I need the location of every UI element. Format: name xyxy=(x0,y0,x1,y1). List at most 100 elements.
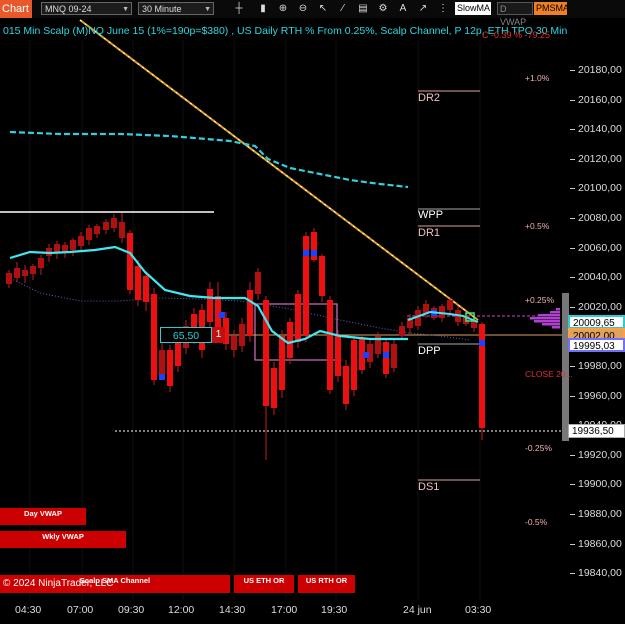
x-axis-label: 07:00 xyxy=(67,604,94,616)
candle-body xyxy=(94,226,100,234)
signal-marker xyxy=(363,352,369,358)
candle-body xyxy=(70,240,76,250)
y-axis-label: 20020,00 xyxy=(578,300,622,313)
candle-body xyxy=(6,273,12,284)
y-axis-label: 20040,00 xyxy=(578,271,622,284)
x-axis-label: 03:30 xyxy=(465,604,492,616)
candle-body xyxy=(239,324,245,346)
candle-body xyxy=(295,294,301,342)
candle-body xyxy=(319,256,325,296)
y-axis-label: 20160,00 xyxy=(578,93,622,106)
y-axis-label: 19920,00 xyxy=(578,448,622,461)
y-axis-tick xyxy=(570,70,575,71)
candle-body xyxy=(143,276,149,302)
candle-body xyxy=(271,368,277,408)
pivot-dr1: DR1 xyxy=(418,227,441,239)
y-axis-tick xyxy=(570,454,575,456)
y-axis-label: 20180,00 xyxy=(578,64,622,76)
wkly-vwap-panel[interactable]: Wkly VWAP xyxy=(0,531,126,548)
candles xyxy=(6,213,485,460)
price-flag-vwap: 19995,03 xyxy=(568,338,625,352)
y-axis-label: 20120,00 xyxy=(578,152,622,165)
y-axis-tick xyxy=(570,306,575,308)
y-axis-tick xyxy=(570,158,575,160)
pivot-dr2: DR2 xyxy=(418,92,441,104)
order-qty-box[interactable]: 1 xyxy=(212,327,225,343)
y-axis-tick xyxy=(570,129,575,131)
y-axis-label: 19960,00 xyxy=(578,389,622,402)
candle-body xyxy=(327,300,333,390)
day-vwap-panel[interactable]: Day VWAP xyxy=(0,508,86,525)
y-axis-tick xyxy=(570,247,575,249)
y-axis-tick xyxy=(570,188,575,190)
y-axis-tick xyxy=(570,99,575,101)
y-axis-tick xyxy=(570,484,575,486)
candle-body xyxy=(479,324,485,428)
x-axis-label: 09:30 xyxy=(118,604,145,616)
y-axis-label: 19900,00 xyxy=(578,478,622,491)
candle-body xyxy=(86,228,92,240)
y-axis-label: 19880,00 xyxy=(578,508,622,520)
profile-bar xyxy=(534,320,560,323)
signal-marker xyxy=(383,352,389,358)
candle-body xyxy=(127,233,133,290)
candle-body xyxy=(38,258,44,268)
candle-body xyxy=(78,236,84,246)
y-axis-label: 20100,00 xyxy=(578,182,622,195)
signal-marker xyxy=(479,340,485,346)
y-axis-tick xyxy=(570,366,575,367)
candle-body xyxy=(111,218,117,228)
volume-profile xyxy=(530,308,560,329)
x-axis-label: 04:30 xyxy=(15,604,42,616)
candle-body xyxy=(335,334,341,376)
y-axis-tick xyxy=(570,514,575,515)
profile-bar xyxy=(550,311,560,314)
price-flag-sma: 20009,65 xyxy=(568,315,625,329)
candle-body xyxy=(30,266,36,274)
x-axis-label: 24 jun xyxy=(403,604,432,616)
y-axis-tick xyxy=(570,573,575,575)
signal-marker xyxy=(159,374,165,380)
candle-body xyxy=(231,336,237,350)
candle-body xyxy=(343,366,349,404)
profile-bar xyxy=(552,326,560,329)
x-axis-label: 17:00 xyxy=(271,604,298,616)
us-eth-or-panel[interactable]: US ETH OR xyxy=(234,575,294,593)
candle-body xyxy=(151,294,157,380)
close-label: CLOSE 20... xyxy=(525,369,573,379)
us-rth-or-panel[interactable]: US RTH OR xyxy=(298,575,355,593)
signal-marker xyxy=(311,250,317,256)
y-axis-tick xyxy=(570,218,575,219)
x-axis-label: 19:30 xyxy=(321,604,348,616)
order-price-box[interactable]: 65,50 xyxy=(160,327,212,343)
signal-marker xyxy=(219,312,225,318)
y-axis-label: 20060,00 xyxy=(578,241,622,254)
candle-body xyxy=(22,270,28,276)
profile-bar xyxy=(530,317,560,320)
pct-level-minus025: -0.25% xyxy=(525,443,552,453)
copyright-text: © 2024 NinjaTrader, LLC xyxy=(3,578,114,589)
pivot-dpp: DPP xyxy=(418,345,441,357)
channel-upper xyxy=(9,130,409,189)
profile-bar xyxy=(538,314,560,317)
y-axis-tick xyxy=(570,543,575,545)
candle-body xyxy=(167,350,173,386)
pct-level-plus05: +0.5% xyxy=(525,221,550,231)
y-axis-tick xyxy=(570,277,575,279)
candle-body xyxy=(207,289,213,322)
y-axis-label: 19840,00 xyxy=(578,567,622,580)
candle-body xyxy=(287,322,293,358)
candle-body xyxy=(399,326,405,336)
profile-bar xyxy=(556,308,560,311)
y-axis-label: 20140,00 xyxy=(578,123,622,136)
y-axis-label: 20080,00 xyxy=(578,212,622,224)
pct-level-plus1: +1.0% xyxy=(525,73,550,83)
pct-level-minus05: -0.5% xyxy=(525,517,548,527)
candle-body xyxy=(159,350,165,374)
candle-body xyxy=(14,268,20,278)
candle-body xyxy=(351,340,357,390)
candle-body xyxy=(119,222,125,238)
price-flag-low: 19936,50 xyxy=(568,424,625,438)
candle-body xyxy=(135,266,141,300)
pivot-wpp: WPP xyxy=(418,209,444,221)
